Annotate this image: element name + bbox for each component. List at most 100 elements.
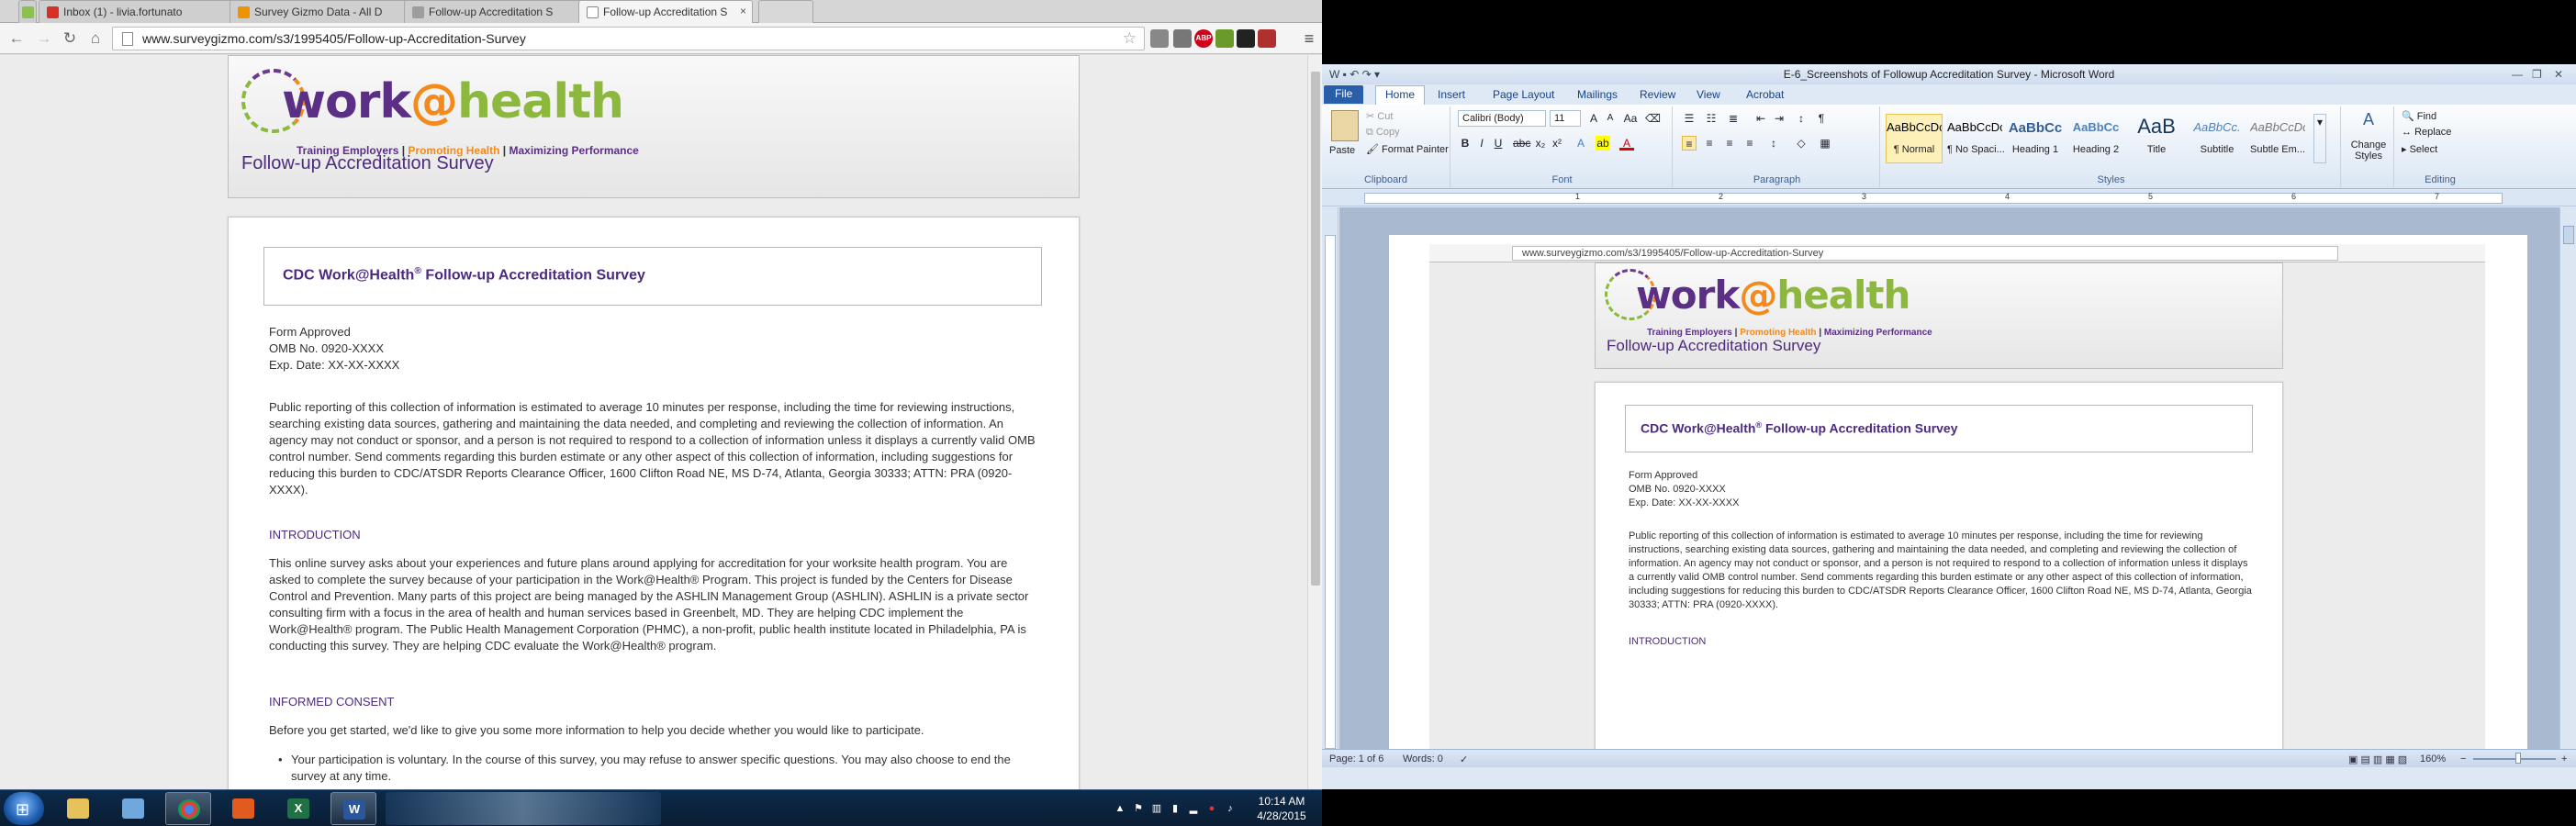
highlight-icon[interactable]: ab <box>1596 136 1610 151</box>
printer-icon[interactable]: ▥ <box>1151 803 1162 814</box>
font-name-select[interactable]: Calibri (Body) <box>1458 110 1546 127</box>
paste-button[interactable]: Paste <box>1329 145 1355 156</box>
replace-button[interactable]: ↔ Replace <box>2402 127 2451 138</box>
tab-acrobat[interactable]: Acrobat <box>1746 88 1784 101</box>
close-button[interactable]: ✕ <box>2554 68 2563 81</box>
change-styles-icon[interactable]: A <box>2358 111 2380 134</box>
word-count[interactable]: Words: 0 <box>1403 753 1443 765</box>
address-bar[interactable]: www.surveygizmo.com/s3/1995405/Follow-up… <box>112 27 1145 50</box>
tab-page-layout[interactable]: Page Layout <box>1493 88 1554 101</box>
change-styles-button[interactable]: Change Styles <box>2346 140 2391 162</box>
taskbar-notepad[interactable] <box>110 792 156 825</box>
extension-icon[interactable] <box>1173 29 1192 48</box>
zoom-slider-thumb[interactable] <box>2515 753 2521 764</box>
underline-icon[interactable]: U <box>1491 136 1506 151</box>
zoom-in-button[interactable]: + <box>2561 753 2567 765</box>
italic-icon[interactable]: I <box>1474 136 1489 151</box>
multilevel-list-icon[interactable]: ≣ <box>1726 111 1741 126</box>
cut-button[interactable]: ✂ Cut <box>1366 110 1393 122</box>
tab-home[interactable]: Home <box>1375 85 1426 105</box>
select-button[interactable]: ▸ Select <box>2402 143 2437 155</box>
justify-icon[interactable]: ≡ <box>1742 136 1757 151</box>
style-title[interactable]: AaB Title <box>2128 114 2185 163</box>
align-right-icon[interactable]: ≡ <box>1722 136 1737 151</box>
tab-mailings[interactable]: Mailings <box>1577 88 1618 101</box>
borders-icon[interactable]: ▦ <box>1818 136 1832 151</box>
format-painter-button[interactable]: 🖌 Format Painter <box>1366 143 1449 155</box>
extension-icon-3[interactable] <box>1237 29 1255 48</box>
taskbar-excel[interactable]: X <box>275 792 321 825</box>
tab-inbox[interactable]: Inbox (1) - livia.fortunato × <box>39 0 250 23</box>
tab-survey-active[interactable]: Follow-up Accreditation S × <box>578 0 753 24</box>
forward-button[interactable]: → <box>35 29 53 48</box>
new-tab-button[interactable] <box>758 0 813 23</box>
bold-icon[interactable]: B <box>1458 136 1473 151</box>
styles-scroll-icon[interactable]: ▾ <box>2313 114 2326 163</box>
style-no-spacing[interactable]: AaBbCcDc ¶ No Spaci... <box>1946 114 2005 163</box>
show-formatting-icon[interactable]: ¶ <box>1814 111 1829 126</box>
minimize-button[interactable]: — <box>2512 68 2523 81</box>
tab-survey-1[interactable]: Follow-up Accreditation S × <box>404 0 599 23</box>
restore-button[interactable]: ❐ <box>2532 68 2542 81</box>
back-button[interactable]: ← <box>7 29 26 48</box>
subscript-icon[interactable]: x₂ <box>1533 136 1548 151</box>
zoom-slider[interactable] <box>2473 758 2556 760</box>
taskbar-chrome[interactable] <box>165 792 211 825</box>
sort-icon[interactable]: ↕ <box>1794 111 1809 126</box>
copy-button[interactable]: ⧉ Copy <box>1366 127 1400 139</box>
scrollbar-thumb[interactable] <box>2563 226 2574 244</box>
line-spacing-icon[interactable]: ↕ <box>1766 136 1781 151</box>
zoom-out-button[interactable]: − <box>2460 753 2466 765</box>
shading-icon[interactable]: ◇ <box>1794 136 1809 151</box>
document-scrollbar[interactable] <box>2559 207 2576 749</box>
page-count[interactable]: Page: 1 of 6 <box>1329 753 1383 765</box>
page-scrollbar[interactable] <box>1307 55 1322 789</box>
tab-survey-data[interactable]: Survey Gizmo Data - All D × <box>230 0 424 23</box>
numbering-icon[interactable]: ☷ <box>1704 111 1719 126</box>
style-subtitle[interactable]: AaBbCc. Subtitle <box>2189 114 2246 163</box>
taskbar-office[interactable] <box>220 792 266 825</box>
shrink-font-icon[interactable]: A <box>1603 111 1618 126</box>
extension-icon-4[interactable] <box>1258 29 1276 48</box>
reload-button[interactable]: ↻ <box>61 29 79 48</box>
system-clock[interactable]: 10:14 AM 4/28/2015 <box>1249 794 1315 823</box>
horizontal-ruler[interactable]: 1 2 3 4 5 6 7 <box>1322 190 2576 206</box>
find-button[interactable]: 🔍 Find <box>2402 110 2436 122</box>
bookmark-star-icon[interactable]: ☆ <box>1123 29 1137 48</box>
signal-icon[interactable]: ▂ <box>1188 803 1199 814</box>
flag-icon[interactable]: ⚑ <box>1133 803 1144 814</box>
paste-icon[interactable] <box>1331 110 1359 141</box>
tab-pinned[interactable] <box>18 0 37 23</box>
style-heading-1[interactable]: AaBbCc Heading 1 <box>2007 114 2064 163</box>
bullets-icon[interactable]: ☰ <box>1682 111 1697 126</box>
close-tab-icon[interactable]: × <box>740 5 746 17</box>
chrome-menu-icon[interactable]: ≡ <box>1300 29 1318 48</box>
font-color-icon[interactable]: A <box>1619 136 1634 151</box>
proofing-icon[interactable]: ✓ <box>1460 753 1468 765</box>
decrease-indent-icon[interactable]: ⇤ <box>1753 111 1768 126</box>
tab-view[interactable]: View <box>1697 88 1720 101</box>
adblock-icon[interactable]: ABP <box>1194 29 1213 48</box>
document-page[interactable]: www.surveygizmo.com/s3/1995405/Follow-up… <box>1389 235 2527 749</box>
extension-icon-5[interactable] <box>1279 29 1297 48</box>
volume-icon[interactable]: ♪ <box>1225 803 1236 814</box>
tab-file[interactable]: File <box>1324 85 1364 104</box>
home-button[interactable]: ⌂ <box>86 29 105 48</box>
style-normal[interactable]: AaBbCcDc ¶ Normal <box>1886 114 1943 163</box>
style-heading-2[interactable]: AaBbCc Heading 2 <box>2067 114 2124 163</box>
grow-font-icon[interactable]: A <box>1586 111 1601 126</box>
taskbar-word[interactable]: W <box>330 792 376 825</box>
clear-formatting-icon[interactable]: ⌫ <box>1645 111 1661 126</box>
scrollbar-thumb[interactable] <box>1311 72 1320 586</box>
antivirus-icon[interactable]: ● <box>1206 803 1217 814</box>
text-effects-icon[interactable]: A <box>1574 136 1588 151</box>
start-button[interactable]: ⊞ <box>4 792 44 825</box>
align-left-icon[interactable]: ≡ <box>1682 136 1697 151</box>
show-hidden-icons-icon[interactable]: ▲ <box>1114 803 1126 814</box>
cast-icon[interactable] <box>1150 29 1169 48</box>
vertical-ruler[interactable] <box>1322 207 1338 749</box>
increase-indent-icon[interactable]: ⇥ <box>1772 111 1786 126</box>
taskbar-explorer[interactable] <box>55 792 101 825</box>
extension-icon-2[interactable] <box>1215 29 1234 48</box>
tab-insert[interactable]: Insert <box>1438 88 1465 101</box>
